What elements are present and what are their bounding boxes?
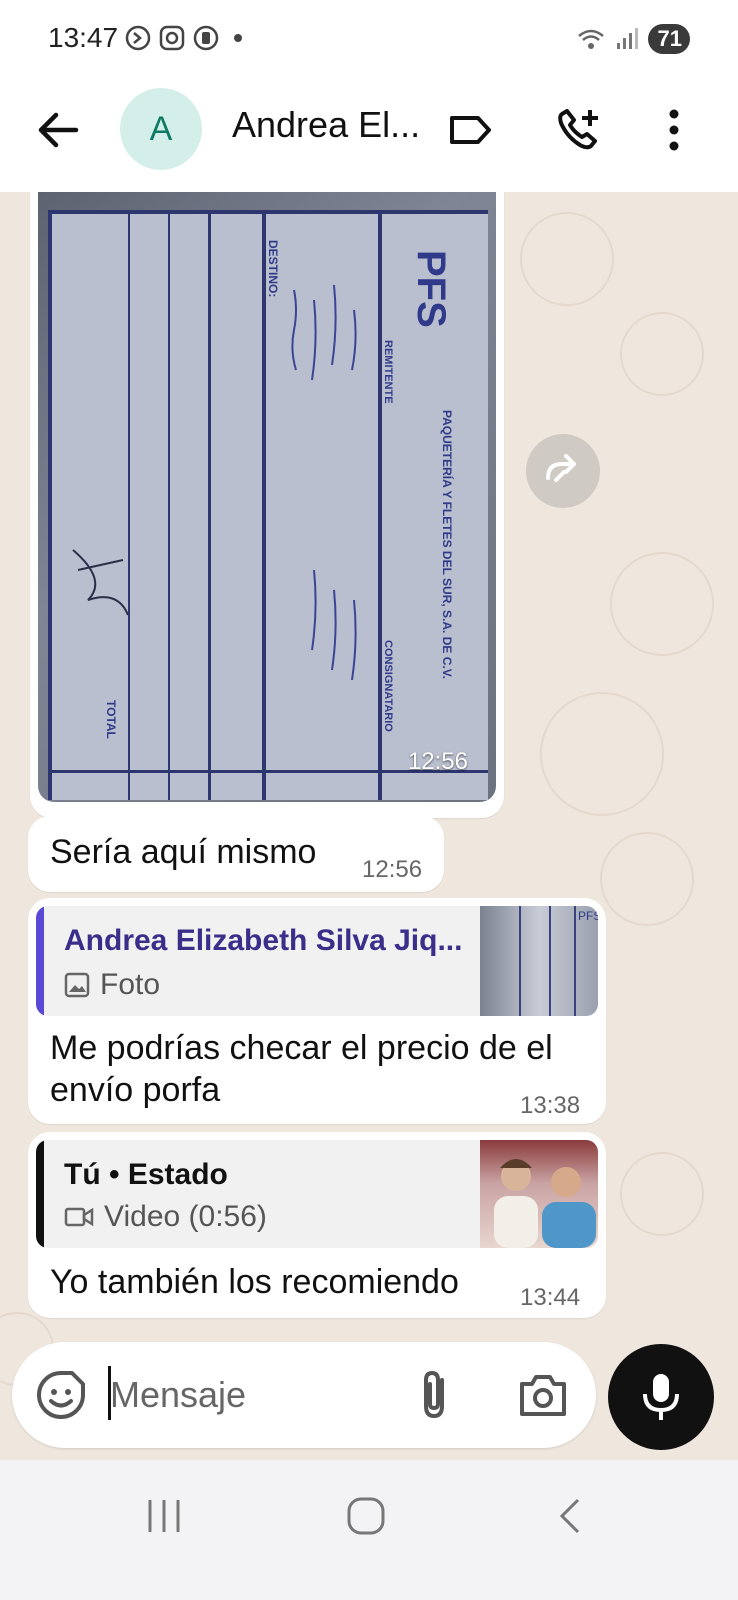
message-bubble[interactable]: Sería aquí mismo 12:56 [28, 816, 444, 892]
message-time: 12:56 [407, 748, 468, 775]
reply-message[interactable]: Tú • Estado Video (0:56) Yo también los … [28, 1132, 606, 1318]
status-notification-icons [124, 24, 242, 52]
wallpaper-doodle [520, 212, 614, 306]
quoted-sender: Andrea Elizabeth Silva Jiq... [64, 924, 463, 957]
voice-record-button[interactable] [608, 1344, 714, 1450]
quoted-kind-label: Foto [100, 968, 161, 1001]
label-icon[interactable] [446, 106, 494, 154]
wallpaper-doodle [540, 692, 664, 816]
message-text: Sería aquí mismo [50, 833, 317, 871]
add-call-icon[interactable] [554, 106, 602, 154]
forward-button[interactable] [526, 434, 600, 508]
doc-border [48, 210, 52, 800]
document-paper: PFS PAQUETERÍA Y FLETES DEL SUR, S.A. DE… [48, 210, 488, 800]
doc-border [128, 210, 130, 800]
doc-remitente: REMITENTE [382, 340, 394, 404]
whatsapp-status-icon [125, 25, 151, 51]
forward-icon [546, 454, 576, 482]
signal-icon [616, 28, 638, 49]
chat-area[interactable]: PFS PAQUETERÍA Y FLETES DEL SUR, S.A. DE… [0, 192, 738, 1488]
contact-name[interactable]: Andrea El... [232, 104, 420, 146]
recent-apps-icon[interactable] [144, 1496, 184, 1536]
message-text: Yo también los recomiendo [50, 1263, 459, 1301]
back-nav-icon[interactable] [554, 1496, 584, 1536]
battery-indicator: 71 [647, 24, 697, 54]
message-text-line-1: Me podrías checar el precio de el [50, 1029, 553, 1067]
app-status-icon [193, 25, 219, 51]
photo-icon [64, 972, 90, 998]
more-options-icon[interactable] [650, 106, 698, 154]
thumbnail-people [494, 1159, 596, 1248]
quoted-kind: Video (0:56) [64, 1200, 267, 1234]
reply-message[interactable]: Andrea Elizabeth Silva Jiq... Foto PFS M… [28, 898, 606, 1124]
status-right: 71 [576, 24, 697, 54]
more-notifications-dot [234, 34, 242, 42]
message-text-line-2: envío porfa [50, 1071, 221, 1109]
quoted-kind: Foto [64, 968, 160, 1002]
quoted-status[interactable]: Tú • Estado Video (0:56) [36, 1140, 598, 1248]
doc-consignatario: CONSIGNATARIO [382, 640, 394, 732]
message-time: 12:56 [362, 856, 423, 883]
doc-border [48, 210, 488, 214]
quoted-video-thumbnail [480, 1140, 598, 1248]
sticker-icon[interactable] [36, 1370, 86, 1420]
message-input[interactable] [108, 1366, 402, 1424]
camera-icon[interactable] [518, 1372, 568, 1418]
wallpaper-doodle [610, 552, 714, 656]
status-bar: 13:47 71 [0, 0, 738, 80]
doc-border [168, 210, 170, 800]
wifi-icon [577, 29, 604, 49]
shipping-document-photo[interactable]: PFS PAQUETERÍA Y FLETES DEL SUR, S.A. DE… [38, 192, 496, 802]
system-navigation-bar [0, 1460, 738, 1600]
instagram-status-icon [159, 25, 185, 51]
attach-icon[interactable] [412, 1368, 456, 1422]
handwritten-scribble [72, 549, 129, 616]
quoted-message[interactable]: Andrea Elizabeth Silva Jiq... Foto PFS [36, 906, 598, 1016]
message-composer [12, 1342, 596, 1448]
chat-header: A Andrea El... [0, 80, 738, 192]
wallpaper-doodle [620, 1152, 704, 1236]
doc-destino: DESTINO: [266, 240, 280, 298]
quote-accent-bar [36, 906, 44, 1016]
status-time: 13:47 [48, 22, 119, 53]
doc-total: TOTAL [104, 700, 118, 739]
quoted-kind-label: Video (0:56) [104, 1200, 267, 1233]
microphone-icon [643, 1374, 679, 1420]
doc-brand: PFS [409, 250, 453, 328]
contact-avatar[interactable]: A [120, 88, 202, 170]
thumbnail-doc-lines: PFS [519, 906, 598, 1016]
handwritten-entries [291, 284, 357, 681]
svg-text:PFS: PFS [578, 909, 598, 923]
wallpaper-doodle [600, 832, 694, 926]
quote-accent-bar [36, 1140, 44, 1248]
video-icon [64, 1207, 94, 1227]
back-arrow-icon[interactable] [32, 104, 84, 156]
quoted-sender: Tú • Estado [64, 1158, 228, 1191]
doc-border [262, 210, 266, 800]
doc-border [208, 210, 211, 800]
quoted-photo-thumbnail: PFS [480, 906, 598, 1016]
message-time: 13:38 [520, 1092, 581, 1119]
message-time: 13:44 [520, 1284, 581, 1311]
doc-company: PAQUETERÍA Y FLETES DEL SUR, S.A. DE C.V… [440, 410, 454, 679]
home-icon[interactable] [346, 1496, 386, 1536]
image-message[interactable]: PFS PAQUETERÍA Y FLETES DEL SUR, S.A. DE… [30, 192, 504, 818]
wallpaper-doodle [620, 312, 704, 396]
